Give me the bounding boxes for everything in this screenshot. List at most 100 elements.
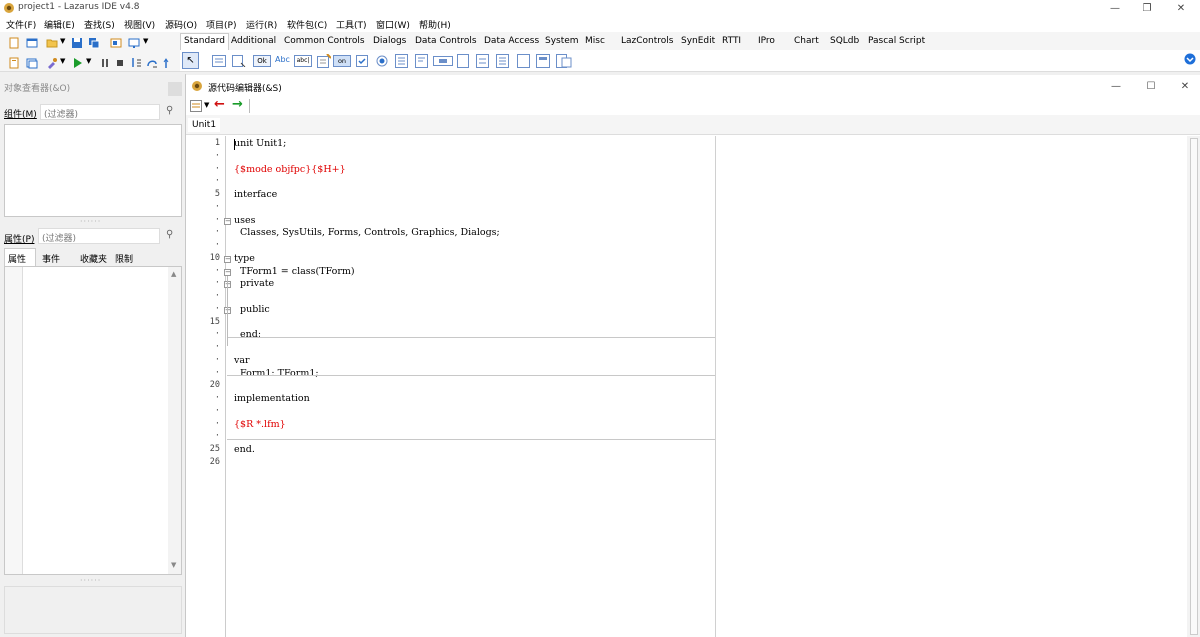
menu-file[interactable]: 文件(F) xyxy=(6,18,36,31)
save-icon[interactable] xyxy=(71,37,83,49)
tscrollbar-icon[interactable] xyxy=(433,56,453,66)
code-line[interactable]: unit Unit1; xyxy=(234,138,286,149)
minimize-button[interactable]: — xyxy=(1100,0,1130,16)
close-button[interactable]: ✕ xyxy=(1166,0,1196,16)
tbutton-icon[interactable]: Ok xyxy=(253,55,271,67)
tedit-icon[interactable]: abc| xyxy=(294,55,312,67)
tlistbox-icon[interactable] xyxy=(395,54,408,68)
palette-tab-pascal-script[interactable]: Pascal Script xyxy=(866,36,927,46)
tcheckgroup-icon[interactable] xyxy=(496,54,509,68)
tab-events[interactable]: 事件 xyxy=(42,252,60,265)
build-dropdown-icon[interactable]: ▼ xyxy=(60,57,65,65)
code-line[interactable]: {$mode objfpc}{$H+} xyxy=(234,164,346,175)
editor-minimize-button[interactable]: — xyxy=(1101,78,1131,94)
code-line[interactable]: Classes, SysUtils, Forms, Controls, Grap… xyxy=(234,227,500,238)
ttogglebox-icon[interactable]: on xyxy=(333,55,351,67)
code-line[interactable]: interface xyxy=(234,189,277,200)
palette-tab-additional[interactable]: Additional xyxy=(229,36,278,46)
tab-properties[interactable]: 属性 xyxy=(4,248,36,266)
code-line[interactable]: end. xyxy=(234,444,255,455)
palette-tab-misc[interactable]: Misc xyxy=(583,36,607,46)
palette-tab-data-controls[interactable]: Data Controls xyxy=(413,36,479,46)
run-icon[interactable] xyxy=(71,57,83,69)
run-dropdown-icon[interactable]: ▼ xyxy=(86,57,91,65)
tframe-icon[interactable] xyxy=(536,54,550,68)
jump-forward-icon[interactable]: → xyxy=(232,97,243,112)
scroll-down-icon[interactable]: ▼ xyxy=(171,561,176,569)
pointer-select-icon[interactable]: ↖ xyxy=(182,52,199,69)
view-forms-list-icon[interactable] xyxy=(26,57,38,69)
jump-dropdown-icon[interactable]: ▼ xyxy=(204,101,209,109)
toggle-form-unit-icon[interactable] xyxy=(110,37,122,49)
property-grid[interactable]: ▲ ▼ xyxy=(4,266,182,575)
jump-history-icon[interactable] xyxy=(190,100,202,112)
components-filter-icon[interactable]: ⚲ xyxy=(166,105,173,116)
palette-tab-lazcontrols[interactable]: LazControls xyxy=(619,36,675,46)
palette-tab-sqldb[interactable]: SQLdb xyxy=(828,36,861,46)
menu-edit[interactable]: 编辑(E) xyxy=(44,18,75,31)
menu-help[interactable]: 帮助(H) xyxy=(419,18,451,31)
code-line[interactable]: uses xyxy=(234,215,256,226)
fold-toggle-icon[interactable]: − xyxy=(224,268,231,276)
property-grid-scrollbar[interactable]: ▲ ▼ xyxy=(168,267,181,574)
palette-tab-rtti[interactable]: RTTI xyxy=(720,36,743,46)
tcheckbox-icon[interactable] xyxy=(356,55,368,67)
stop-icon[interactable] xyxy=(114,57,126,69)
palette-tab-dialogs[interactable]: Dialogs xyxy=(371,36,408,46)
tcombobox-icon[interactable] xyxy=(415,54,428,68)
code-line[interactable]: public xyxy=(234,304,270,315)
view-units-icon[interactable] xyxy=(8,57,20,69)
menu-source[interactable]: 源码(O) xyxy=(165,18,197,31)
editor-scroll-thumb[interactable] xyxy=(1190,138,1198,635)
tpopupmenu-icon[interactable] xyxy=(232,55,246,67)
menu-tools[interactable]: 工具(T) xyxy=(336,18,367,31)
menu-search[interactable]: 查找(S) xyxy=(84,18,115,31)
scroll-up-icon[interactable]: ▲ xyxy=(171,270,176,278)
tab-favorites[interactable]: 收藏夹 xyxy=(80,252,107,265)
palette-scroll-icon[interactable] xyxy=(1184,53,1196,65)
open-folder-icon[interactable] xyxy=(46,37,58,49)
fold-toggle-icon[interactable]: − xyxy=(224,255,231,263)
tpanel-icon[interactable] xyxy=(517,54,530,68)
tmainmenu-icon[interactable] xyxy=(212,55,226,67)
menu-window[interactable]: 窗口(W) xyxy=(376,18,410,31)
palette-tab-synedit[interactable]: SynEdit xyxy=(679,36,717,46)
new-form-icon[interactable] xyxy=(26,37,38,49)
step-into-icon[interactable] xyxy=(130,57,142,69)
code-line[interactable]: TForm1 = class(TForm) xyxy=(234,266,355,277)
view-dropdown-icon[interactable]: ▼ xyxy=(143,37,148,45)
code-area[interactable]: unit Unit1; {$mode objfpc}{$H+} interface u… xyxy=(224,136,1187,637)
editor-scrollbar[interactable] xyxy=(1187,136,1200,637)
tradiogroup-icon[interactable] xyxy=(476,54,489,68)
palette-tab-standard[interactable]: Standard xyxy=(180,33,229,50)
view-forms-icon[interactable] xyxy=(128,37,140,49)
tab-unit1[interactable]: Unit1 xyxy=(188,118,221,132)
inspector-pin-icon[interactable] xyxy=(168,82,182,96)
properties-filter-icon[interactable]: ⚲ xyxy=(166,229,173,240)
palette-tab-data-access[interactable]: Data Access xyxy=(482,36,541,46)
tactionlist-icon[interactable] xyxy=(556,54,572,68)
tmemo-icon[interactable] xyxy=(317,54,331,68)
editor-maximize-button[interactable]: ☐ xyxy=(1136,78,1166,94)
code-line[interactable]: {$R *.lfm} xyxy=(234,419,286,430)
palette-tab-common-controls[interactable]: Common Controls xyxy=(282,36,367,46)
palette-tab-system[interactable]: System xyxy=(543,36,581,46)
save-all-icon[interactable] xyxy=(88,37,100,49)
fold-toggle-icon[interactable]: − xyxy=(224,217,231,225)
palette-tab-chart[interactable]: Chart xyxy=(792,36,821,46)
menu-view[interactable]: 视图(V) xyxy=(124,18,155,31)
component-tree[interactable] xyxy=(4,124,182,217)
properties-filter-input[interactable]: (过滤器) xyxy=(38,228,160,244)
step-out-icon[interactable] xyxy=(163,57,175,69)
code-line[interactable]: implementation xyxy=(234,393,310,404)
editor-close-button[interactable]: ✕ xyxy=(1170,78,1200,94)
code-line[interactable]: type xyxy=(234,253,255,264)
restore-button[interactable]: ❐ xyxy=(1132,0,1162,16)
code-line[interactable]: private xyxy=(234,278,274,289)
splitter-grip-bottom[interactable]: ······ xyxy=(80,576,101,585)
pause-icon[interactable] xyxy=(99,57,111,69)
open-dropdown-icon[interactable]: ▼ xyxy=(60,37,65,45)
menu-project[interactable]: 项目(P) xyxy=(206,18,236,31)
tab-restricted[interactable]: 限制 xyxy=(115,252,133,265)
tgroupbox-icon[interactable] xyxy=(457,54,469,68)
